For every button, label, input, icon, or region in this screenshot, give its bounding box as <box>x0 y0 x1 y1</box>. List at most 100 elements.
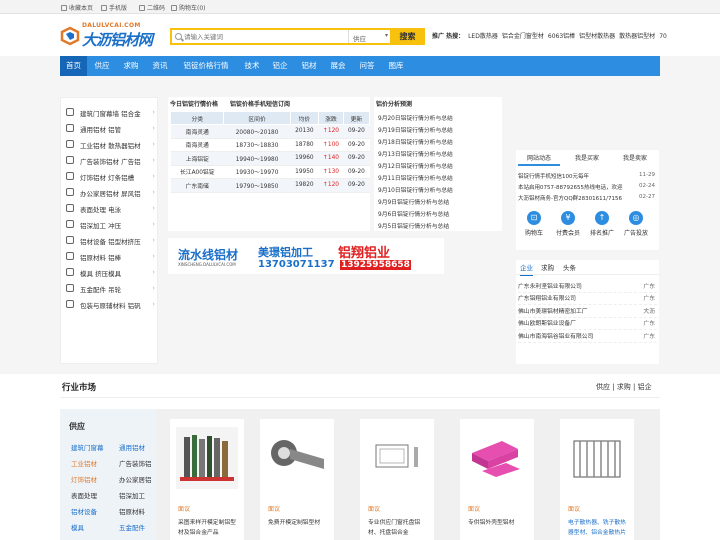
chevron-right-icon: › <box>152 252 155 260</box>
coin-icon: ¥ <box>561 211 575 225</box>
ad-banner[interactable]: 流水线铝材 XINSCHENG.DALULVCAI.COM 美璟铝加工 1370… <box>168 238 444 274</box>
nav-materials[interactable]: 铝材 <box>296 56 322 76</box>
product-card[interactable]: 面议 电子散热器、铣子散热器型材、铝合金散热片 <box>560 419 634 540</box>
hot-link[interactable]: 铝型材散热器 <box>579 33 615 40</box>
price-negotiable: 面议 <box>268 506 281 513</box>
supply-link[interactable]: 工业铝材 <box>71 458 97 468</box>
category-item[interactable]: 模具 挤压模具 › <box>61 266 159 279</box>
category-item[interactable]: 办公家居铝材 屏风铝 › <box>61 186 159 199</box>
search-bar: 供应 搜索 <box>170 28 425 45</box>
price-negotiable: 面议 <box>368 506 381 513</box>
tab-buy[interactable]: 求购 <box>541 262 554 274</box>
company-item[interactable]: 广东永利坚铝业有限公司 广东 <box>518 281 657 293</box>
nav-news[interactable]: 资讯 <box>147 56 173 76</box>
analysis-link[interactable]: 9月19日铝锭行情分析与总结 <box>378 125 453 134</box>
analysis-link[interactable]: 9月12日铝锭行情分析与总结 <box>378 161 453 170</box>
supply-link[interactable]: 广告装饰铝 <box>119 458 152 468</box>
hot-link[interactable]: 散热器铝型材 <box>619 33 655 40</box>
quick-vip[interactable]: ¥ 付费会员 <box>553 211 583 237</box>
quick-ranking[interactable]: ↑ 排名推广 <box>587 211 617 237</box>
search-category-select[interactable]: 供应 <box>348 30 391 43</box>
hot-link[interactable]: 6063铝棒 <box>548 33 575 40</box>
search-input[interactable] <box>184 30 344 43</box>
product-title: 电子散热器、铣子散热器型材、铝合金散热片 <box>568 520 626 536</box>
category-item[interactable]: 铝材设备 铝型材挤压 › <box>61 234 159 247</box>
search-icon <box>175 33 182 40</box>
quick-ads[interactable]: ◎ 广告投放 <box>621 211 651 237</box>
wheel-icon <box>66 284 74 292</box>
company-item[interactable]: 广东铝翔铝业有限公司 广东 <box>518 293 657 305</box>
tab-buyer[interactable]: 我是买家 <box>566 152 608 166</box>
sms-subscribe-link[interactable]: 铝锭价格手机短信订阅 <box>230 99 290 108</box>
supply-link[interactable]: 铝材设备 <box>71 506 97 516</box>
category-item[interactable]: 表面处理 电泳 › <box>61 202 159 215</box>
machine-icon <box>66 236 74 244</box>
category-item[interactable]: 铝深加工 冲压 › <box>61 218 159 231</box>
category-item[interactable]: 建筑门窗幕墙 铝合金 › <box>61 106 159 119</box>
bookmark-link[interactable]: 收藏本页 <box>61 3 93 12</box>
analysis-link[interactable]: 9月9日铝锭行情分析与总结 <box>378 197 449 206</box>
category-item[interactable]: 工业铝材 散热器铝材 › <box>61 138 159 151</box>
product-card[interactable]: 面议 专业供应门窗托盘铝材、托盘铝合金 <box>360 419 434 540</box>
news-item[interactable]: 本站启用0757-88792655热线电话，欢迎 02-24 <box>518 183 657 191</box>
supply-link[interactable]: 灯饰铝材 <box>71 474 97 484</box>
category-item[interactable]: 铝原材料 铝棒 › <box>61 250 159 263</box>
supply-link[interactable]: 办公家居铝 <box>119 474 152 484</box>
category-item[interactable]: 广告装饰铝材 广告铝 › <box>61 154 159 167</box>
tab-headlines[interactable]: 头条 <box>563 262 576 274</box>
news-item[interactable]: 大沥铝材商务-官方QQ群28301611/7156 02-27 <box>518 194 657 202</box>
company-item[interactable]: 佛山欧朗斯铝业设备厂 广东 <box>518 318 657 330</box>
analysis-link[interactable]: 9月18日铝锭行情分析与总结 <box>378 137 453 146</box>
market-links[interactable]: 供应 | 求购 | 铝企 <box>596 382 652 392</box>
company-item[interactable]: 佛山市美璟铝材精密加工厂 大沥 <box>518 306 657 318</box>
analysis-link[interactable]: 9月6日铝锭行情分析与总结 <box>378 209 449 218</box>
press-icon <box>66 220 74 228</box>
product-card[interactable]: 面议 采图来样开模定制铝型材及铝合金产品 <box>170 419 244 540</box>
product-card[interactable]: 面议 专供铝外壳型铝材 <box>460 419 534 540</box>
nav-tech[interactable]: 技术 <box>239 56 265 76</box>
analysis-link[interactable]: 9月10日铝锭行情分析与总结 <box>378 185 453 194</box>
desk-icon <box>66 188 74 196</box>
site-logo[interactable]: DALULVCAI.COM 大沥铝材网 <box>60 22 153 50</box>
nav-price[interactable]: 铝锭价格行情 <box>176 56 236 76</box>
hot-link[interactable]: 铝合金门窗型材 <box>502 33 544 40</box>
nav-expo[interactable]: 展会 <box>325 56 351 76</box>
quick-cart[interactable]: ⊡ 购物车 <box>519 211 549 237</box>
category-item[interactable]: 包装与原辅材料 铝矾 › <box>61 298 159 311</box>
nav-buy[interactable]: 求购 <box>117 56 145 76</box>
nav-qa[interactable]: 问答 <box>354 56 380 76</box>
hot-link[interactable]: 70 <box>659 33 667 40</box>
product-image <box>466 427 528 489</box>
company-item[interactable]: 佛山市南海铝谷铝业有限公司 广东 <box>518 331 657 343</box>
news-item[interactable]: 铝锭行情手机短信100元每年 11-29 <box>518 172 657 180</box>
supply-link[interactable]: 表面处理 <box>71 490 97 500</box>
cart-link[interactable]: 购物车(0) <box>171 3 206 12</box>
qrcode-link[interactable]: 二维码 <box>139 3 165 12</box>
tab-site-news[interactable]: 网站动态 <box>518 152 560 166</box>
nav-supply[interactable]: 供应 <box>89 56 115 76</box>
product-image <box>266 427 328 489</box>
analysis-link[interactable]: 9月11日铝锭行情分析与总结 <box>378 173 453 182</box>
category-item[interactable]: 灯饰铝材 灯条铝槽 › <box>61 170 159 183</box>
supply-link[interactable]: 建筑门窗幕 <box>71 442 104 452</box>
supply-link[interactable]: 五金配件 <box>119 522 145 532</box>
analysis-link[interactable]: 9月20日铝锭行情分析与总结 <box>378 113 453 122</box>
hot-search: 推广 热搜： LED散热器 铝合金门窗型材 6063铝棒 铝型材散热器 散热器铝型材 70 <box>432 31 720 40</box>
price-title[interactable]: 今日铝锭行情价格 <box>170 99 218 108</box>
hot-link[interactable]: LED散热器 <box>468 33 498 40</box>
tab-seller[interactable]: 我是卖家 <box>614 152 656 166</box>
search-button[interactable]: 搜索 <box>390 28 425 45</box>
supply-link[interactable]: 铝原材料 <box>119 506 145 516</box>
category-item[interactable]: 通用铝材 铝管 › <box>61 122 159 135</box>
product-card[interactable]: 面议 免费开模定制铝型材 <box>260 419 334 540</box>
nav-companies[interactable]: 铝企 <box>267 56 293 76</box>
supply-link[interactable]: 通用铝材 <box>119 442 145 452</box>
analysis-link[interactable]: 9月13日铝锭行情分析与总结 <box>378 149 453 158</box>
mobile-link[interactable]: 手机版 <box>101 3 127 12</box>
nav-home[interactable]: 首页 <box>60 56 87 76</box>
analysis-link[interactable]: 9月5日铝锭行情分析与总结 <box>378 221 449 230</box>
supply-link[interactable]: 模具 <box>71 522 84 532</box>
category-item[interactable]: 五金配件 吊轮 › <box>61 282 159 295</box>
nav-gallery[interactable]: 图库 <box>383 56 409 76</box>
supply-link[interactable]: 铝深加工 <box>119 490 145 500</box>
